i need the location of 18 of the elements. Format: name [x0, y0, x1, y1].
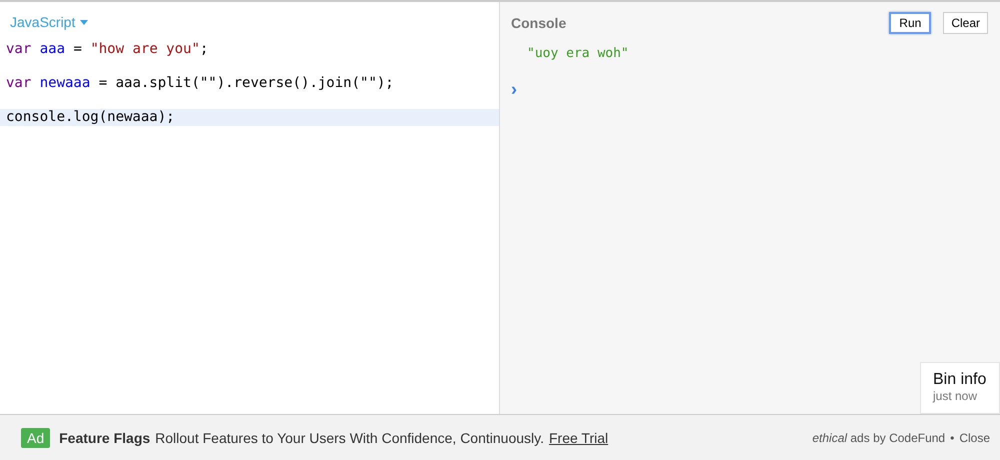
separator-dot: • [950, 430, 954, 444]
ad-headline: Feature Flags [59, 430, 150, 446]
console-output: "uoy era woh" [526, 45, 630, 63]
console-button[interactable]: Clear [943, 12, 988, 34]
ad-badge: Ad [21, 428, 50, 448]
console-title: Console [511, 15, 566, 31]
console-prompt[interactable]: › [511, 80, 521, 98]
bin-info-title: Bin info [933, 371, 988, 389]
close-link[interactable]: Close [959, 430, 990, 444]
caret-icon [80, 20, 88, 24]
ad-text: Rollout Features to Your Users With Confidence, Continuously. [155, 430, 544, 446]
console-button[interactable]: Run [889, 12, 932, 34]
bin-info-time: just now [933, 389, 978, 403]
code-line: var aaa = "how are you"; [5, 41, 210, 58]
bin-info-panel[interactable]: Bin info just now [920, 362, 1000, 414]
code-line: var newaaa = aaa.split("").reverse().join(""); [5, 75, 395, 92]
free-trial-link[interactable]: Free Trial [548, 430, 608, 446]
ad-credit[interactable]: ethical ads by CodeFund [812, 430, 946, 444]
